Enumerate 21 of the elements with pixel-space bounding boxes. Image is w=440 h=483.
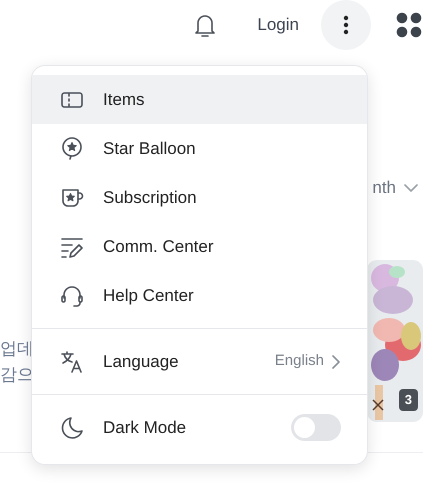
menu-item[interactable]: Star Balloon [32, 124, 367, 173]
moon-icon [59, 414, 85, 440]
notification-bell-icon[interactable] [193, 12, 218, 38]
menu-item[interactable]: Comm. Center [32, 222, 367, 271]
balloon-star-icon [59, 136, 85, 162]
description-text: 감으 [0, 364, 34, 386]
more-vertical-icon[interactable] [343, 15, 349, 35]
translate-icon [59, 348, 85, 374]
menu-item[interactable]: Subscription [32, 173, 367, 222]
chevron-right-icon[interactable] [332, 354, 340, 368]
dark-mode-label: Dark Mode [103, 416, 186, 439]
login-link[interactable]: Login [257, 12, 299, 38]
menu-item[interactable]: Items [32, 75, 367, 124]
image-count-badge: 3 [398, 389, 418, 410]
sort-label: nth [372, 177, 396, 199]
language-value[interactable]: English [274, 350, 324, 373]
apps-grid-icon[interactable] [396, 12, 422, 38]
menu-item[interactable]: Help Center [32, 271, 367, 320]
dark-mode-toggle[interactable] [291, 414, 341, 441]
language-label: Language [103, 350, 179, 373]
chevron-down-icon[interactable] [404, 184, 418, 192]
